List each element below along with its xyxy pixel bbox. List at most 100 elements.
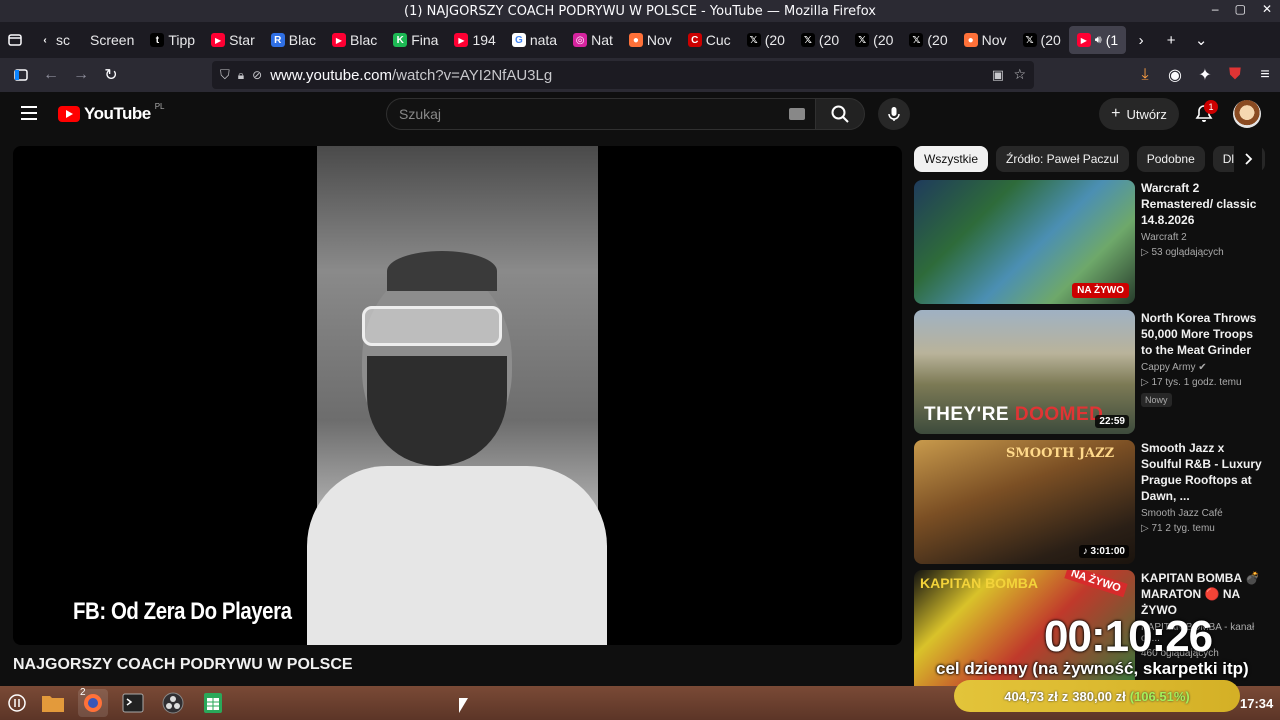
tab-18[interactable]: ▶ 🔊︎ (1 bbox=[1068, 26, 1127, 54]
minimize-button[interactable]: – bbox=[1212, 2, 1219, 16]
tab-6[interactable]: K Fina bbox=[385, 26, 446, 54]
tab-list: ‹ sc Screen t Tipp ▶ Star R Blac ▶ Blac K Fina ▶ 194 Gn… bbox=[30, 26, 1127, 54]
search-button[interactable] bbox=[815, 98, 865, 130]
speaker-icon[interactable]: 🔊︎ bbox=[1095, 34, 1102, 47]
recommendation-item[interactable]: SMOOTH JAZZ ♪ 3:01:00 Smooth Jazz x Soul… bbox=[914, 440, 1269, 564]
url-bar[interactable]: ⛉ 🔒︎ ⊘ www.youtube.com/watch?v=AYI2NfAU3… bbox=[212, 61, 1034, 89]
tab-9[interactable]: ◎ Nat bbox=[565, 26, 621, 54]
recommendation-item[interactable]: THEY'RE DOOMED 22:59 North Korea Throws … bbox=[914, 310, 1269, 434]
goal-target: 380,00 zł bbox=[1072, 688, 1126, 704]
recommendation-title[interactable]: KAPITAN BOMBA 💣 MARATON 🔴 NA ŻYWO bbox=[1141, 570, 1267, 618]
chevron-right-icon bbox=[1245, 153, 1253, 165]
video-player[interactable]: FB: Od Zera Do Playera bbox=[13, 146, 902, 645]
tab-label: sc bbox=[56, 32, 70, 48]
tab-label: (20 bbox=[764, 32, 785, 48]
menu-button[interactable]: ≡ bbox=[1250, 60, 1280, 90]
chip-all[interactable]: Wszystkie bbox=[914, 146, 988, 172]
obs-button[interactable] bbox=[158, 689, 188, 717]
lock-icon[interactable]: 🔒︎ bbox=[238, 68, 244, 83]
recommendation-title[interactable]: Smooth Jazz x Soulful R&B - Luxury Pragu… bbox=[1141, 440, 1267, 504]
start-menu-button[interactable] bbox=[2, 689, 32, 717]
shield-icon[interactable]: ⛉ bbox=[220, 67, 230, 83]
verified-icon: ✔ bbox=[1198, 362, 1207, 373]
youtube-play-icon bbox=[58, 106, 80, 122]
k-icon: K bbox=[393, 33, 408, 47]
chip-source[interactable]: Źródło: Paweł Paczul bbox=[996, 146, 1129, 172]
reader-view-icon[interactable]: ▣ bbox=[992, 67, 1004, 83]
permissions-icon[interactable]: ⊘ bbox=[252, 68, 262, 82]
account-button[interactable]: ◉ bbox=[1160, 60, 1190, 90]
taskbar-clock[interactable]: 17:34 bbox=[1240, 696, 1273, 711]
chip-related[interactable]: Podobne bbox=[1136, 146, 1205, 172]
tab-7[interactable]: ▶ 194 bbox=[446, 26, 503, 54]
url-path: /watch?v=AYI2NfAU3Lg bbox=[391, 66, 553, 84]
guide-menu-button[interactable] bbox=[18, 102, 42, 126]
maximize-button[interactable]: ▢ bbox=[1235, 2, 1246, 16]
video-frame bbox=[307, 146, 607, 645]
tab-10[interactable]: ● Nov bbox=[621, 26, 680, 54]
reload-button[interactable]: ↻ bbox=[96, 60, 126, 90]
bookmark-star-icon[interactable]: ☆ bbox=[1013, 66, 1026, 83]
recommendation-title[interactable]: North Korea Throws 50,000 More Troops to… bbox=[1141, 310, 1267, 358]
forward-button[interactable]: → bbox=[66, 60, 96, 90]
new-badge: Nowy bbox=[1141, 393, 1172, 407]
tab-3[interactable]: ▶ Star bbox=[203, 26, 263, 54]
recommendation-title[interactable]: Warcraft 2 Remastered/ classic 14.8.2026 bbox=[1141, 180, 1267, 228]
tab-12[interactable]: 𝕏 (20 bbox=[739, 26, 793, 54]
x-icon: 𝕏 bbox=[1022, 33, 1037, 47]
tab-5[interactable]: ▶ Blac bbox=[324, 26, 385, 54]
tab-0[interactable]: ‹ sc bbox=[30, 26, 82, 54]
mouse-cursor bbox=[459, 698, 468, 713]
youtube-logo[interactable]: YouTube PL bbox=[58, 102, 165, 124]
recommendation-stats: ▷ 71 2 tyg. temu bbox=[1141, 523, 1215, 534]
notifications-button[interactable]: 1 bbox=[1190, 100, 1218, 128]
video-title: NAJGORSZY COACH PODRYWU W POLSCE bbox=[13, 656, 353, 673]
youtube-icon: ▶ bbox=[454, 33, 469, 47]
downloads-button[interactable]: ⤓ bbox=[1130, 60, 1160, 90]
search-input[interactable]: Szukaj bbox=[386, 98, 816, 130]
tab-8[interactable]: Gnata bbox=[504, 26, 565, 54]
spreadsheet-button[interactable] bbox=[198, 689, 228, 717]
tab-4[interactable]: R Blac bbox=[263, 26, 324, 54]
tab-11[interactable]: C Cuc bbox=[680, 26, 739, 54]
duration-badge: ♪ 3:01:00 bbox=[1078, 545, 1129, 558]
tab-overview-button[interactable] bbox=[0, 26, 30, 54]
thumbnail-live-badge: NA ŻYWO bbox=[1064, 570, 1128, 598]
sidebar-toggle-button[interactable] bbox=[6, 60, 36, 90]
chips-next-button[interactable] bbox=[1234, 146, 1262, 172]
avatar[interactable] bbox=[1233, 100, 1261, 128]
tab-17[interactable]: 𝕏 (20 bbox=[1015, 26, 1069, 54]
recommendation-item[interactable]: NA ŻYWO Warcraft 2 Remastered/ classic 1… bbox=[914, 180, 1269, 304]
tab-list-menu-button[interactable]: ⌄ bbox=[1186, 26, 1216, 54]
donation-goal-bar: 404,73 zł z 380,00 zł (106.51%) bbox=[954, 680, 1240, 712]
firefox-icon: ● bbox=[963, 33, 978, 47]
recommendation-thumbnail[interactable]: NA ŻYWO bbox=[914, 180, 1135, 304]
tab-scroll-right-button[interactable]: › bbox=[1126, 26, 1156, 54]
ublock-icon[interactable]: ⛊ bbox=[1220, 60, 1250, 90]
tab-14[interactable]: 𝕏 (20 bbox=[847, 26, 901, 54]
window-controls: – ▢ ✕ bbox=[1212, 2, 1272, 16]
recommendation-channel[interactable]: Cappy Army ✔ bbox=[1141, 362, 1267, 373]
terminal-button[interactable] bbox=[118, 689, 148, 717]
tab-label: Screen bbox=[90, 32, 135, 48]
recommendation-thumbnail[interactable]: THEY'RE DOOMED 22:59 bbox=[914, 310, 1135, 434]
donation-goal-label: cel dzienny (na żywność, skarpetki itp) bbox=[936, 659, 1249, 678]
recommendation-channel[interactable]: Warcraft 2 bbox=[1141, 232, 1267, 243]
tab-2[interactable]: t Tipp bbox=[142, 26, 203, 54]
tab-1[interactable]: Screen bbox=[82, 26, 142, 54]
recommendation-thumbnail[interactable]: SMOOTH JAZZ ♪ 3:01:00 bbox=[914, 440, 1135, 564]
close-button[interactable]: ✕ bbox=[1262, 2, 1272, 16]
file-manager-button[interactable] bbox=[38, 689, 68, 717]
recommendation-channel[interactable]: Smooth Jazz Café bbox=[1141, 508, 1267, 519]
tab-13[interactable]: 𝕏 (20 bbox=[793, 26, 847, 54]
voice-search-button[interactable] bbox=[878, 98, 910, 130]
tab-16[interactable]: ● Nov bbox=[956, 26, 1015, 54]
firefox-taskbar-button[interactable]: 2 bbox=[78, 687, 108, 717]
create-button[interactable]: + Utwórz bbox=[1099, 98, 1179, 130]
keyboard-icon[interactable] bbox=[789, 108, 805, 120]
extensions-button[interactable]: ✦ bbox=[1190, 60, 1220, 90]
back-button[interactable]: ← bbox=[36, 60, 66, 90]
microphone-icon bbox=[888, 107, 900, 121]
new-tab-button[interactable]: + bbox=[1156, 26, 1186, 54]
tab-15[interactable]: 𝕏 (20 bbox=[901, 26, 955, 54]
